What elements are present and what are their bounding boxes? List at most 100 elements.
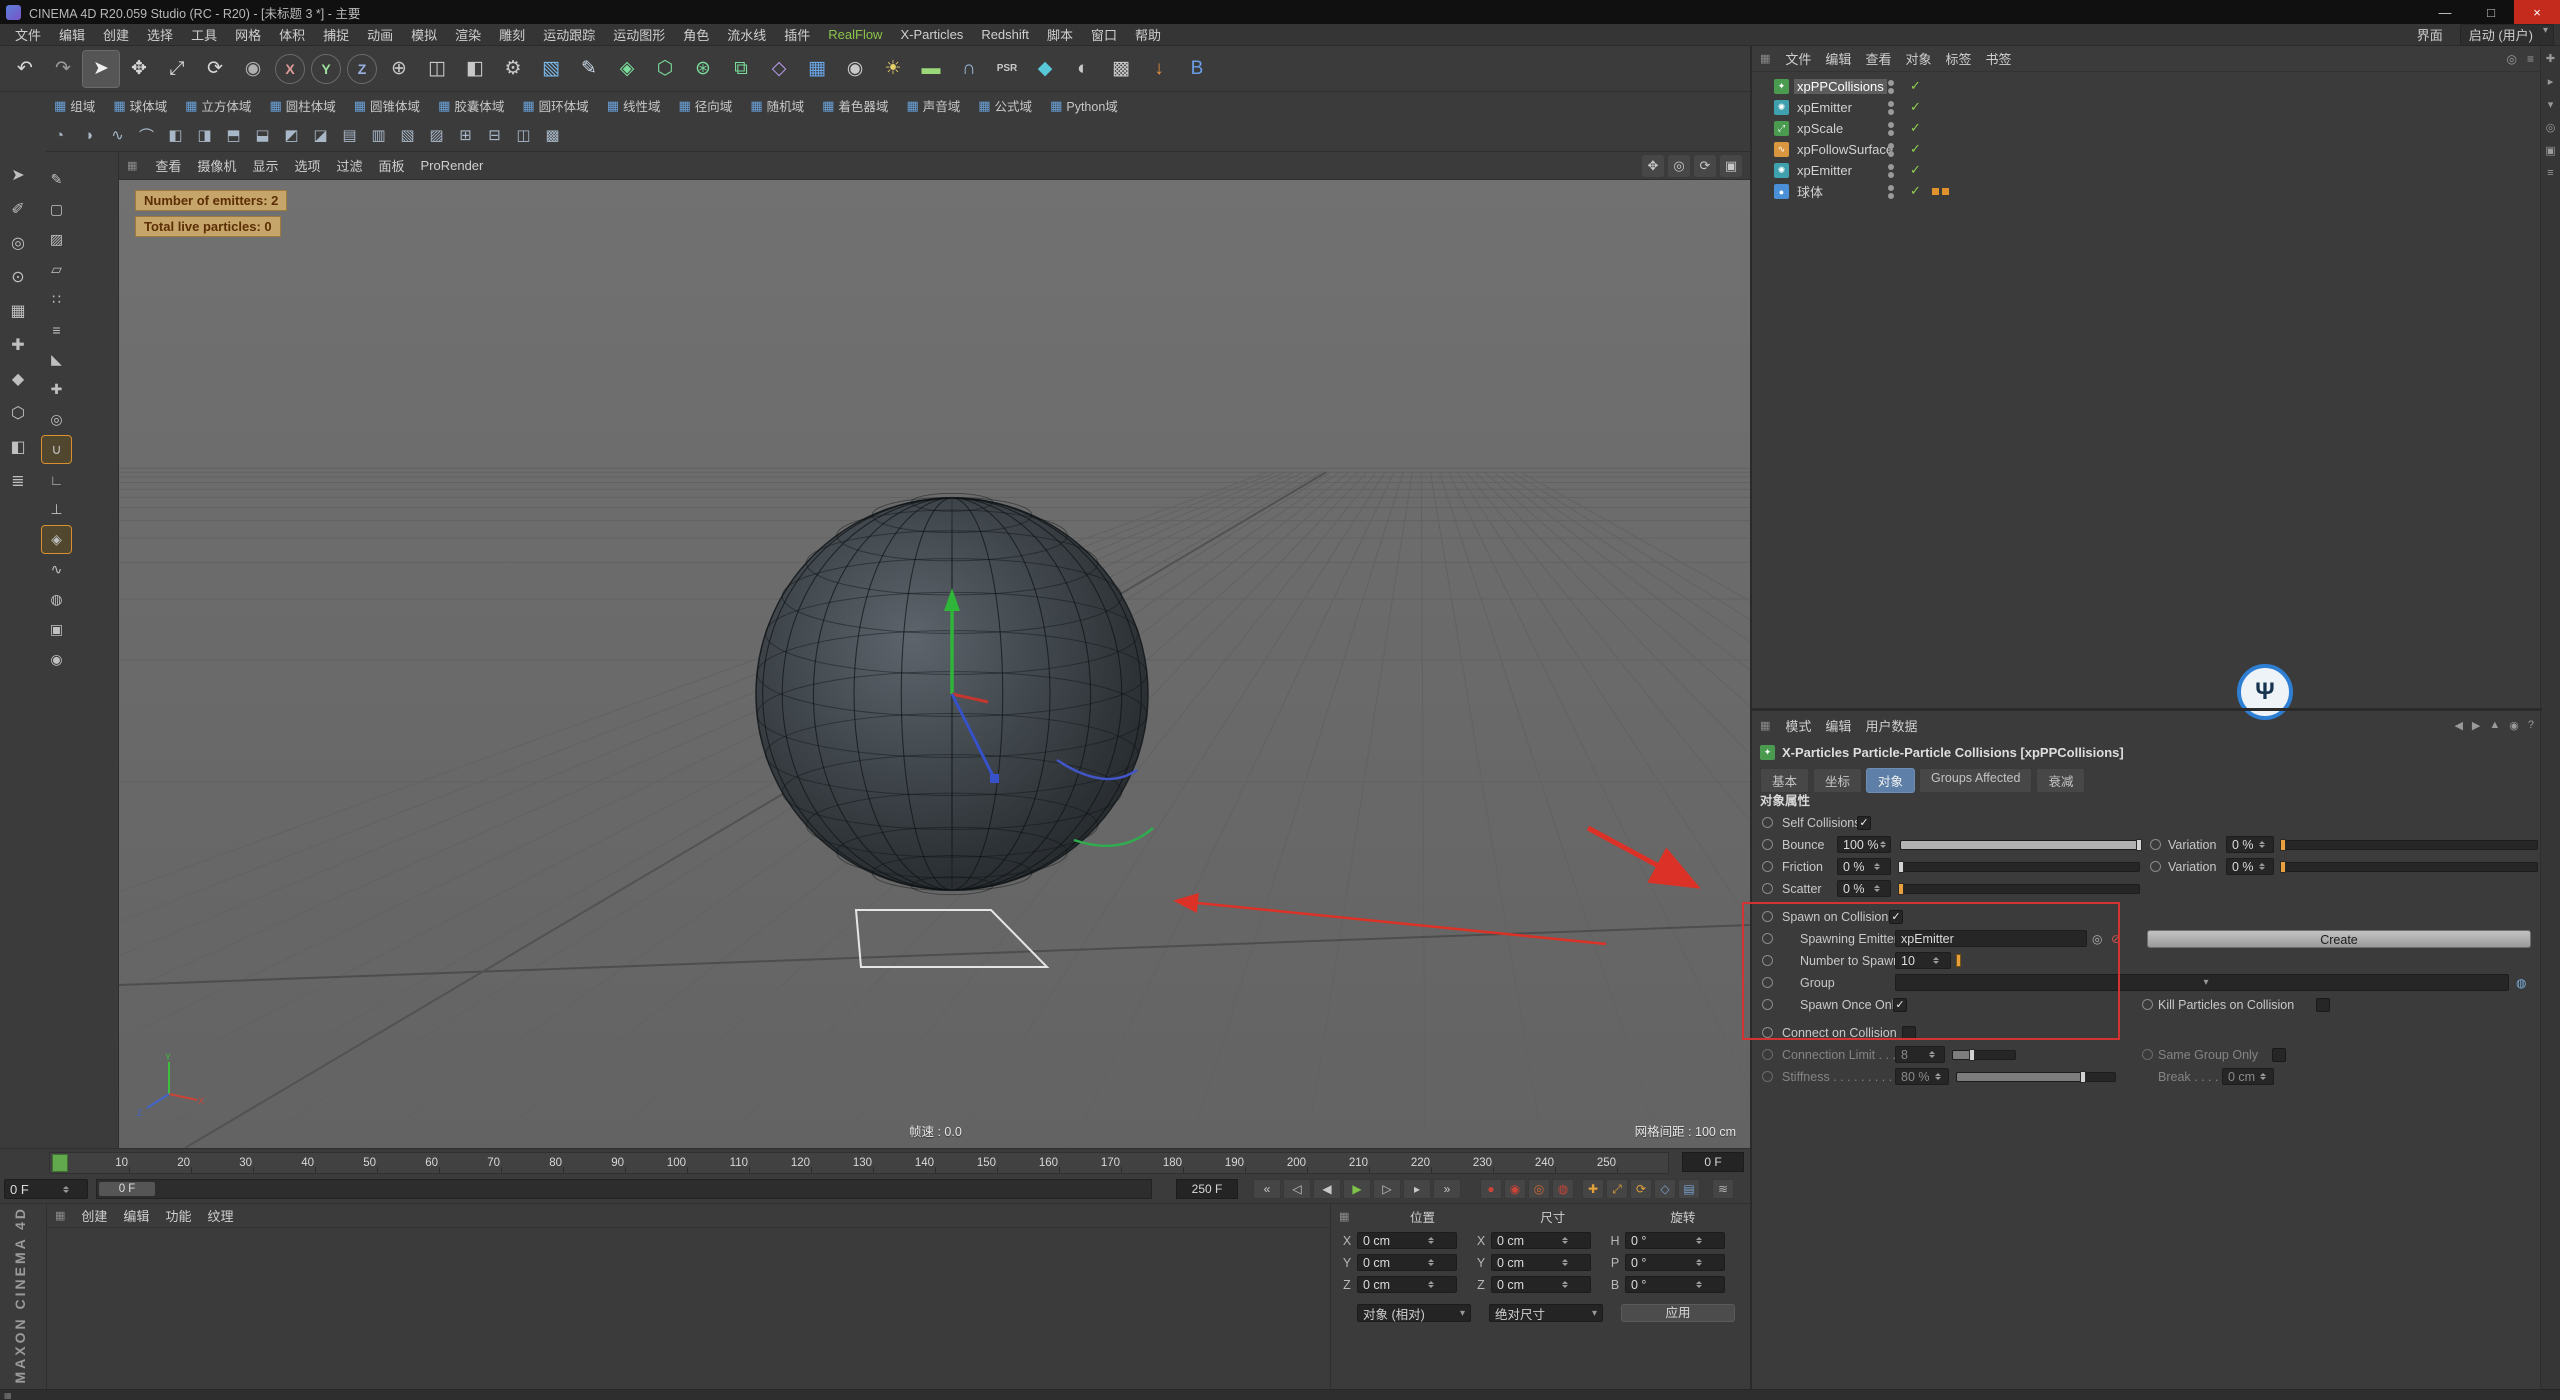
scatter-slider[interactable] xyxy=(1898,883,2140,895)
self-collisions-checkbox[interactable]: ✓ xyxy=(1857,816,1871,830)
animation-dot[interactable] xyxy=(1762,1027,1773,1038)
object-name[interactable]: xpPPCollisions xyxy=(1794,79,1887,94)
shader-field-button[interactable]: ▦ 着色器域 xyxy=(814,94,896,117)
enable-axis-icon[interactable]: ✚ xyxy=(42,376,71,403)
object-name[interactable]: 球体 xyxy=(1794,182,1826,201)
enabled-check-icon[interactable]: ✓ xyxy=(1910,99,1921,115)
object-icon[interactable]: ● xyxy=(1774,184,1789,199)
object-icon[interactable]: ∿ xyxy=(1774,142,1789,157)
animation-dot[interactable] xyxy=(2142,1049,2153,1060)
visibility-dots[interactable] xyxy=(1888,164,1894,178)
bounce-slider[interactable] xyxy=(1900,839,2142,851)
spawn-on-collision-checkbox[interactable]: ✓ xyxy=(1889,910,1903,924)
back-icon[interactable]: ◀ xyxy=(2454,719,2462,732)
sky-icon[interactable]: ∩ xyxy=(951,51,987,87)
random-field-button[interactable]: ▦ 随机域 xyxy=(742,94,812,117)
last-tool-icon[interactable]: ◉ xyxy=(235,51,271,87)
goto-start-button[interactable]: « xyxy=(1253,1179,1281,1199)
lock-icon[interactable]: ▣ xyxy=(42,616,71,643)
spinner[interactable] xyxy=(1409,1256,1455,1269)
next-key-button[interactable]: ▸ xyxy=(1403,1179,1431,1199)
menu-item[interactable]: 创建 xyxy=(94,24,138,45)
spinner[interactable] xyxy=(1930,1070,1947,1083)
size-input[interactable]: 0 cm xyxy=(1491,1232,1591,1249)
menu-item[interactable]: Redshift xyxy=(972,26,1038,43)
parent-icon[interactable]: ▲ xyxy=(2489,719,2500,732)
add-layer-icon[interactable]: ✚ xyxy=(2546,52,2555,65)
autokey-button[interactable]: ◉ xyxy=(1504,1179,1526,1199)
pick-object-icon[interactable]: ◎ xyxy=(2092,930,2102,948)
record-parameter-toggle[interactable]: ◇ xyxy=(1654,1179,1676,1199)
field-icon[interactable]: ▦ xyxy=(799,51,835,87)
frame-number-field[interactable]: 0 F xyxy=(4,1179,88,1199)
group-globe-icon[interactable]: ◍ xyxy=(2516,974,2526,992)
group-field[interactable]: ▾ xyxy=(1895,974,2509,991)
spinner[interactable] xyxy=(1677,1278,1723,1291)
spinner[interactable] xyxy=(1677,1256,1723,1269)
viewport-menu-item[interactable]: 过滤 xyxy=(328,155,370,176)
apply-button[interactable]: 应用 xyxy=(1621,1304,1735,1322)
redo-icon[interactable]: ↷ xyxy=(45,51,81,87)
solo-mode-icon[interactable]: ◎ xyxy=(42,406,71,433)
menu-item[interactable]: 模拟 xyxy=(402,24,446,45)
snap-icon[interactable]: ∪ xyxy=(41,435,72,464)
torus-field-button[interactable]: ▦ 圆环体域 xyxy=(514,94,596,117)
primitive-cube-icon[interactable]: ▧ xyxy=(533,51,569,87)
animation-dot[interactable] xyxy=(1762,1049,1773,1060)
field-modifier-icon[interactable]: ◔ xyxy=(46,122,73,149)
spinner[interactable] xyxy=(1543,1256,1589,1269)
collapse-icon[interactable]: ▾ xyxy=(2548,98,2554,111)
zoom-view-icon[interactable]: ◎ xyxy=(1668,154,1690,177)
scatter-value-field[interactable]: 0 % xyxy=(1837,880,1891,897)
spinner[interactable] xyxy=(1866,860,1889,873)
size-input[interactable]: 0 cm xyxy=(1491,1276,1591,1293)
animation-dot[interactable] xyxy=(1762,911,1773,922)
animation-dot[interactable] xyxy=(1762,861,1773,872)
position-input[interactable]: 0 cm xyxy=(1357,1276,1457,1293)
field-modifier-icon[interactable]: ◨ xyxy=(191,122,218,149)
circle-tool-icon[interactable]: ◎ xyxy=(2,228,34,258)
stiffness-slider[interactable] xyxy=(1956,1071,2116,1083)
help-icon[interactable]: ? xyxy=(2528,719,2534,732)
field-modifier-icon[interactable]: ◩ xyxy=(278,122,305,149)
object-name[interactable]: xpEmitter xyxy=(1794,163,1855,178)
view-filter-icon[interactable]: ◎ xyxy=(2546,121,2556,134)
rotation-input[interactable]: 0 ° xyxy=(1625,1232,1725,1249)
attribute-manager-menu-item[interactable]: 编辑 xyxy=(1818,715,1858,736)
visibility-dots[interactable] xyxy=(1888,101,1894,115)
xparticles-icon[interactable]: ◆ xyxy=(1027,51,1063,87)
viewport-menu-item[interactable]: 选项 xyxy=(286,155,328,176)
menu-item[interactable]: 动画 xyxy=(358,24,402,45)
bounce-variation-field[interactable]: 0 % xyxy=(2226,836,2274,853)
rotate-icon[interactable]: ⟳ xyxy=(197,51,233,87)
render-settings-icon[interactable]: ⚙ xyxy=(495,51,531,87)
menu-item[interactable]: 插件 xyxy=(775,24,819,45)
kill-particles-checkbox[interactable]: ✓ xyxy=(2316,998,2330,1012)
clear-object-icon[interactable]: ⊘ xyxy=(2111,930,2121,948)
material-manager-menu-item[interactable]: 功能 xyxy=(157,1205,199,1226)
animation-dot[interactable] xyxy=(1762,955,1773,966)
polygons-mode-icon[interactable]: ◣ xyxy=(42,346,71,373)
render-region-icon[interactable]: ◧ xyxy=(457,51,493,87)
enabled-check-icon[interactable]: ✓ xyxy=(1910,120,1921,136)
position-input[interactable]: 0 cm xyxy=(1357,1232,1457,1249)
field-modifier-icon[interactable]: ∿ xyxy=(104,122,131,149)
linear-field-button[interactable]: ▦ 线性域 xyxy=(599,94,669,117)
keyframe-icon[interactable]: ◈ xyxy=(41,525,72,554)
field-modifier-icon[interactable]: ⌒ xyxy=(133,122,160,149)
filter-icon[interactable]: ≡ xyxy=(2527,52,2534,66)
maximize-button[interactable]: □ xyxy=(2468,0,2514,24)
menu-item[interactable]: 帮助 xyxy=(1126,24,1170,45)
object-row[interactable]: ✺ xpEmitter ✓ xyxy=(1752,160,2542,181)
object-row[interactable]: ⤢ xpScale ✓ xyxy=(1752,118,2542,139)
menu-item[interactable]: 选择 xyxy=(138,24,182,45)
workplane-lock-icon[interactable]: ⊥ xyxy=(42,496,71,523)
playback-mode-icon[interactable]: ≋ xyxy=(1712,1179,1734,1199)
camera-lock-icon[interactable]: ◉ xyxy=(42,646,71,673)
record-pla-toggle[interactable]: ▤ xyxy=(1678,1179,1700,1199)
connection-limit-slider[interactable] xyxy=(1952,1049,2016,1061)
lock-icon[interactable]: ▣ xyxy=(2545,144,2555,157)
cube-field-button[interactable]: ▦ 立方体域 xyxy=(177,94,259,117)
panel-divider[interactable] xyxy=(1752,708,2542,711)
group-field-button[interactable]: ▦ 组域 xyxy=(46,94,103,117)
